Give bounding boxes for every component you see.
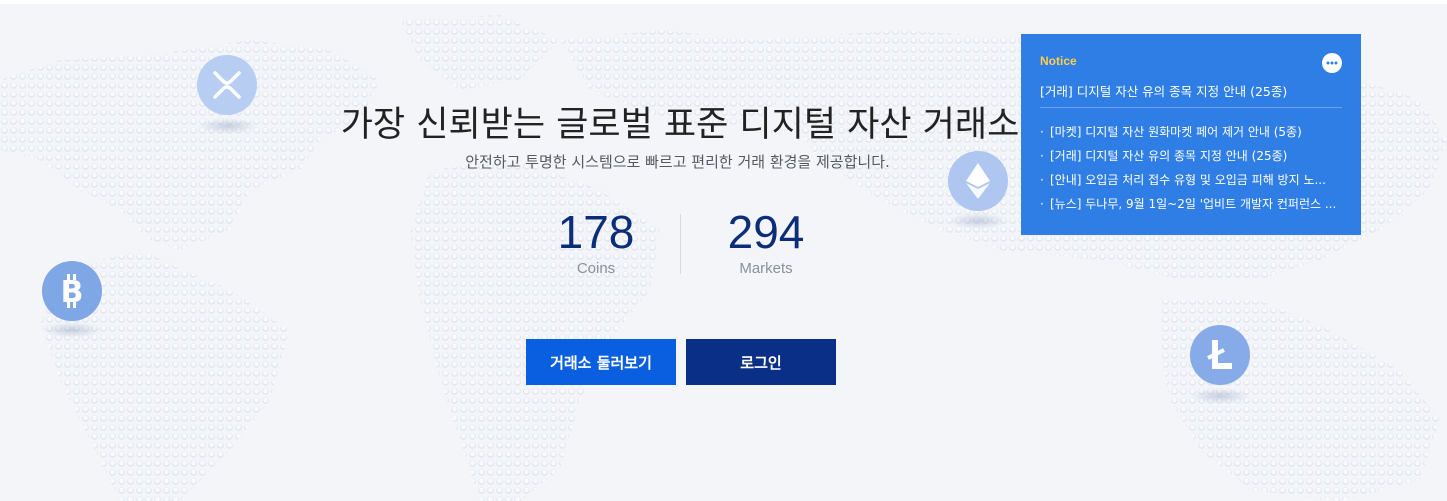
- more-dots-icon[interactable]: [1322, 53, 1342, 73]
- notice-item-text: [거래] 디지털 자산 유의 종목 지정 안내 (25종): [1050, 149, 1288, 163]
- notice-item[interactable]: · [뉴스] 두나무, 9월 1일~2일 '업비트 개발자 컨퍼런스 ...: [1040, 192, 1342, 216]
- notice-item[interactable]: · [마켓] 디지털 자산 원화마켓 페어 제거 안내 (5종): [1040, 120, 1342, 144]
- notice-list: · [마켓] 디지털 자산 원화마켓 페어 제거 안내 (5종) · [거래] 디지…: [1040, 120, 1342, 216]
- notice-item[interactable]: · [안내] 오입금 처리 접수 유형 및 오입금 피해 방지 노...: [1040, 168, 1342, 192]
- coin-shadow: [1190, 388, 1250, 404]
- login-button[interactable]: 로그인: [686, 339, 836, 385]
- notice-item-text: [뉴스] 두나무, 9월 1일~2일 '업비트 개발자 컨퍼런스 ...: [1050, 197, 1337, 211]
- notice-panel: Notice [거래] 디지털 자산 유의 종목 지정 안내 (25종) · [마…: [1021, 34, 1361, 235]
- stat-coins: 178 Coins: [516, 204, 676, 277]
- litecoin-icon: [1190, 325, 1250, 385]
- explore-exchange-button[interactable]: 거래소 둘러보기: [526, 339, 676, 385]
- stat-divider: [680, 214, 681, 274]
- stat-markets-value: 294: [727, 206, 805, 258]
- stat-coins-label: Coins: [576, 260, 616, 277]
- coin-shadow: [42, 322, 102, 338]
- notice-item-text: [마켓] 디지털 자산 원화마켓 페어 제거 안내 (5종): [1050, 125, 1302, 139]
- notice-label: Notice: [1040, 54, 1077, 68]
- notice-divider: [1040, 107, 1342, 108]
- notice-headline[interactable]: [거래] 디지털 자산 유의 종목 지정 안내 (25종): [1040, 81, 1340, 100]
- notice-item[interactable]: · [거래] 디지털 자산 유의 종목 지정 안내 (25종): [1040, 144, 1342, 168]
- stat-markets: 294 Markets: [686, 204, 846, 277]
- stat-markets-label: Markets: [739, 260, 793, 277]
- svg-text:B: B: [61, 275, 84, 308]
- coin-shadow: [948, 213, 1008, 229]
- stat-coins-value: 178: [557, 206, 635, 258]
- notice-item-text: [안내] 오입금 처리 접수 유형 및 오입금 피해 방지 노...: [1050, 173, 1326, 187]
- bitcoin-icon: B: [42, 261, 102, 321]
